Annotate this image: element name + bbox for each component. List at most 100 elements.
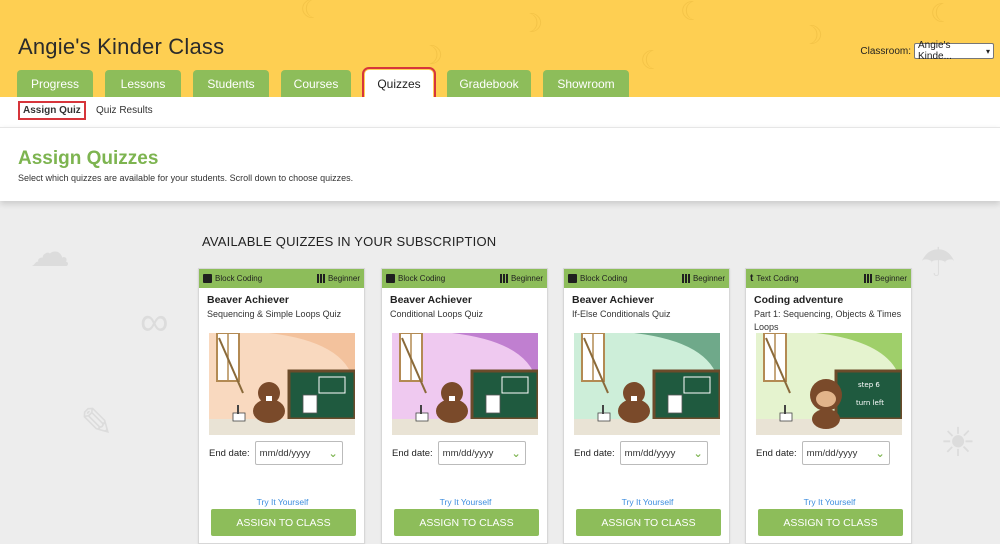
chevron-down-icon: ⌄ <box>328 447 338 460</box>
page-subtitle: Select which quizzes are available for y… <box>18 173 354 183</box>
doodle-deco-icon: ☂ <box>920 241 956 285</box>
desk-shape <box>392 419 538 435</box>
tab-quizzes[interactable]: Quizzes <box>362 67 436 97</box>
quiz-illustration <box>209 333 355 435</box>
class-title: Angie's Kinder Class <box>18 34 225 59</box>
card-category: Block Coding <box>568 274 627 283</box>
card-level: Beginner <box>681 274 725 283</box>
card-description: Conditional Loops Quiz <box>390 309 484 319</box>
main-tabs: Progress Lessons Students Courses Quizze… <box>17 67 641 97</box>
card-category-bar: t Text Coding Beginner <box>746 269 911 288</box>
level-label: Beginner <box>510 274 543 283</box>
end-date-row: End date: mm/dd/yyyy ⌄ <box>209 441 343 465</box>
end-date-row: End date: mm/dd/yyyy ⌄ <box>574 441 708 465</box>
category-label: Block Coding <box>398 274 446 283</box>
date-placeholder: mm/dd/yyyy <box>442 447 494 459</box>
end-date-input[interactable]: mm/dd/yyyy ⌄ <box>437 441 526 465</box>
sub-navigation: Assign Quiz Quiz Results <box>0 97 1000 127</box>
quiz-card: Block Coding Beginner Beaver Achiever Se… <box>198 268 365 544</box>
end-date-label: End date: <box>574 447 615 459</box>
page-title: Assign Quizzes <box>18 148 159 169</box>
end-date-input[interactable]: mm/dd/yyyy ⌄ <box>254 441 343 465</box>
card-description: Part 1: Sequencing, Objects & Times Loop… <box>754 309 902 332</box>
cup-shape <box>415 412 429 422</box>
banana-deco-icon: ☾ <box>930 0 954 28</box>
try-it-yourself-link[interactable]: Try It Yourself <box>199 497 366 507</box>
cube-icon <box>386 274 395 283</box>
quiz-illustration <box>574 333 720 435</box>
card-level: Beginner <box>499 274 543 283</box>
cup-shape <box>779 412 793 422</box>
board-text: turn left <box>856 399 884 407</box>
cube-icon <box>568 274 577 283</box>
quiz-card: Block Coding Beginner Beaver Achiever If… <box>563 268 730 544</box>
chevron-down-icon: ⌄ <box>511 447 521 460</box>
tab-gradebook[interactable]: Gradebook <box>447 70 531 97</box>
classroom-illustration <box>209 333 355 435</box>
doodle-deco-icon: ∞ <box>140 300 169 344</box>
card-title: Beaver Achiever <box>572 294 654 306</box>
level-label: Beginner <box>692 274 725 283</box>
card-description: Sequencing & Simple Loops Quiz <box>207 309 342 319</box>
end-date-label: End date: <box>209 447 250 459</box>
level-label: Beginner <box>874 274 907 283</box>
classroom-value: Angie's Kinde... <box>918 40 952 62</box>
card-category: Block Coding <box>203 274 262 283</box>
quiz-illustration: step 6 turn left <box>756 333 902 435</box>
doodle-deco-icon: ☀ <box>940 421 976 465</box>
cup-shape <box>597 412 611 422</box>
doodle-deco-icon: ☁ <box>30 231 70 275</box>
cup-shape <box>232 412 246 422</box>
card-level: Beginner <box>316 274 360 283</box>
date-placeholder: mm/dd/yyyy <box>259 447 311 459</box>
classroom-illustration <box>574 333 720 435</box>
date-placeholder: mm/dd/yyyy <box>806 447 858 459</box>
classroom-label: Classroom: <box>860 45 911 57</box>
card-title: Beaver Achiever <box>390 294 472 306</box>
card-category-bar: Block Coding Beginner <box>564 269 729 288</box>
category-label: Text Coding <box>756 274 799 283</box>
tab-lessons[interactable]: Lessons <box>105 70 181 97</box>
chevron-down-icon: ⌄ <box>693 447 703 460</box>
assign-to-class-button[interactable]: ASSIGN TO CLASS <box>576 509 721 536</box>
try-it-yourself-link[interactable]: Try It Yourself <box>382 497 549 507</box>
level-bars-icon <box>316 274 325 283</box>
banana-deco-icon: ☽ <box>420 40 444 70</box>
quiz-card: t Text Coding Beginner Coding adventure P… <box>745 268 912 544</box>
category-label: Block Coding <box>580 274 628 283</box>
board-text: step 6 <box>858 381 880 389</box>
banana-deco-icon: ☽ <box>800 20 824 50</box>
page-header: Assign Quizzes Select which quizzes are … <box>0 127 1000 201</box>
classroom-selector: Classroom: Angie's Kinde... ▾ <box>860 40 994 62</box>
tab-progress[interactable]: Progress <box>17 70 93 97</box>
chevron-down-icon: ⌄ <box>875 447 885 460</box>
assign-to-class-button[interactable]: ASSIGN TO CLASS <box>394 509 539 536</box>
date-placeholder: mm/dd/yyyy <box>624 447 676 459</box>
text-t-icon: t <box>750 273 754 284</box>
card-title: Beaver Achiever <box>207 294 289 306</box>
tab-showroom[interactable]: Showroom <box>543 70 629 97</box>
end-date-input[interactable]: mm/dd/yyyy ⌄ <box>619 441 708 465</box>
subnav-quiz-results[interactable]: Quiz Results <box>96 105 153 116</box>
classroom-select[interactable]: Angie's Kinde... ▾ <box>914 40 994 62</box>
assign-to-class-button[interactable]: ASSIGN TO CLASS <box>211 509 356 536</box>
assign-to-class-button[interactable]: ASSIGN TO CLASS <box>758 509 903 536</box>
end-date-label: End date: <box>392 447 433 459</box>
end-date-input[interactable]: mm/dd/yyyy ⌄ <box>801 441 890 465</box>
try-it-yourself-link[interactable]: Try It Yourself <box>746 497 913 507</box>
banana-deco-icon: ☽ <box>520 8 544 38</box>
level-bars-icon <box>863 274 872 283</box>
try-it-yourself-link[interactable]: Try It Yourself <box>564 497 731 507</box>
card-level: Beginner <box>863 274 907 283</box>
tab-students[interactable]: Students <box>193 70 269 97</box>
subnav-assign-quiz[interactable]: Assign Quiz <box>18 101 86 120</box>
chalkboard-shape <box>834 369 902 421</box>
level-label: Beginner <box>327 274 360 283</box>
cube-icon <box>203 274 212 283</box>
desk-shape <box>574 419 720 435</box>
level-bars-icon <box>499 274 508 283</box>
tab-courses[interactable]: Courses <box>281 70 351 97</box>
card-description: If-Else Conditionals Quiz <box>572 309 671 319</box>
end-date-row: End date: mm/dd/yyyy ⌄ <box>756 441 890 465</box>
card-title: Coding adventure <box>754 294 844 306</box>
